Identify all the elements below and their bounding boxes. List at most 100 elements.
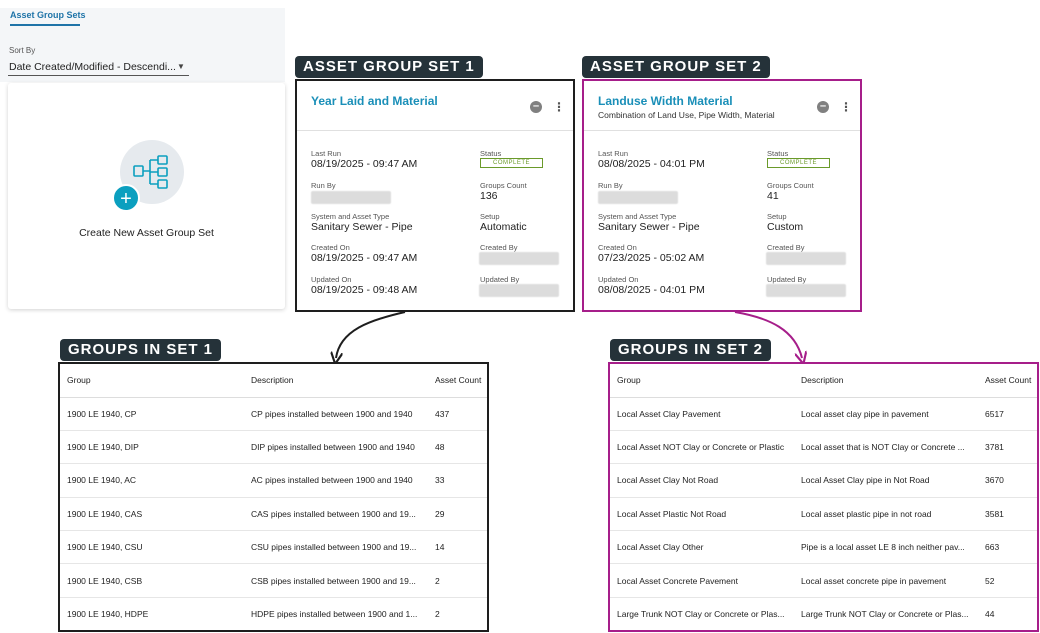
cell-group: 1900 LE 1940, DIP xyxy=(60,430,244,465)
cell-group: Local Asset Clay Pavement xyxy=(610,397,794,431)
updated-on-label: Updated On xyxy=(311,275,352,284)
created-on-value: 08/19/2025 - 09:47 AM xyxy=(311,252,418,264)
caret-down-icon[interactable]: ▼ xyxy=(177,62,185,71)
created-on-label: Created On xyxy=(311,243,350,252)
last-run-label: Last Run xyxy=(598,149,629,158)
updated-by-redacted xyxy=(479,284,559,297)
create-asset-group-set-card[interactable]: + Create New Asset Group Set xyxy=(8,83,285,309)
table-row[interactable]: Local Asset Clay Pavement Local asset cla… xyxy=(610,397,1037,431)
system-asset-type-value: Sanitary Sewer - Pipe xyxy=(598,221,700,233)
cell-asset-count: 52 xyxy=(978,563,1037,598)
more-options-icon[interactable]: ⋮ xyxy=(553,101,565,113)
cell-group: 1900 LE 1940, HDPE xyxy=(67,609,149,620)
table-row[interactable]: 1900 LE 1940, HDPE HDPE pipes installed b… xyxy=(60,597,487,630)
created-on-value: 07/23/2025 - 05:02 AM xyxy=(598,252,705,264)
table-header-row: Group Description Asset Count xyxy=(60,364,487,398)
groups-table-set-1: Group Description Asset Count 1900 LE 19… xyxy=(58,362,489,632)
sort-select-underline xyxy=(8,75,189,76)
more-options-icon[interactable]: ⋮ xyxy=(840,101,852,113)
cell-description: CSU pipes installed between 1900 and 19.… xyxy=(244,530,428,565)
column-header-asset-count[interactable]: Asset Count xyxy=(428,364,487,398)
cell-group: Local Asset Clay Not Road xyxy=(610,463,794,498)
table-row[interactable]: Local Asset Concrete Pavement Local asset… xyxy=(610,563,1037,598)
table-row[interactable]: Large Trunk NOT Clay or Concrete or Plas… xyxy=(610,597,1037,630)
cell-group: 1900 LE 1940, CAS xyxy=(60,497,244,532)
badge-groups-in-set-2: GROUPS IN SET 2 xyxy=(610,339,772,361)
table-row[interactable]: 1900 LE 1940, DIP DIP pipes installed bet… xyxy=(60,430,487,465)
badge-asset-group-set-2: ASSET GROUP SET 2 xyxy=(582,56,770,78)
status-badge: COMPLETE xyxy=(480,158,544,168)
groups-table-set-2: Group Description Asset Count Local Asse… xyxy=(608,362,1039,632)
table-row[interactable]: 1900 LE 1940, CSU CSU pipes installed bet… xyxy=(60,530,487,565)
table-row[interactable]: 1900 LE 1940, AC AC pipes installed betwe… xyxy=(60,463,487,498)
table-row[interactable]: Local Asset Plastic Not Road Local asset … xyxy=(610,497,1037,532)
cell-description: Local asset that is NOT Clay or Concrete… xyxy=(794,430,978,465)
badge-groups-in-set-1: GROUPS IN SET 1 xyxy=(60,339,222,361)
setup-label: Setup xyxy=(480,212,500,221)
cell-asset-count: 14 xyxy=(428,530,487,565)
column-header-description[interactable]: Description xyxy=(244,364,428,398)
table-row[interactable]: Local Asset Clay Other Pipe is a local as… xyxy=(610,530,1037,565)
created-by-label: Created By xyxy=(480,243,518,252)
active-tab-indicator xyxy=(10,24,80,26)
run-by-redacted xyxy=(311,191,391,204)
last-run-label: Last Run xyxy=(311,149,342,158)
cell-asset-count: 2 xyxy=(435,609,440,620)
table-row[interactable]: Local Asset NOT Clay or Concrete or Plas… xyxy=(610,430,1037,465)
cell-description: DIP pipes installed between 1900 and 194… xyxy=(244,430,428,465)
cell-group: Local Asset NOT Clay or Concrete or Plas… xyxy=(610,430,794,465)
cell-asset-count: 437 xyxy=(428,397,487,431)
table-row[interactable]: Local Asset Clay Not Road Local Asset Cla… xyxy=(610,463,1037,498)
plus-icon[interactable]: + xyxy=(112,184,140,212)
set-title[interactable]: Year Laid and Material xyxy=(311,94,438,108)
column-header-group[interactable]: Group xyxy=(60,364,244,398)
cell-description: Local asset concrete pipe in pavement xyxy=(794,563,978,598)
updated-by-label: Updated By xyxy=(480,275,520,284)
column-header-asset-count[interactable]: Asset Count xyxy=(978,364,1037,398)
cell-group: Local Asset Clay Other xyxy=(610,530,794,565)
cell-description: HDPE pipes installed between 1900 and 1.… xyxy=(251,609,418,620)
badge-asset-group-set-1: ASSET GROUP SET 1 xyxy=(295,56,483,78)
created-by-redacted xyxy=(766,252,846,265)
table-row[interactable]: 1900 LE 1940, CAS CAS pipes installed bet… xyxy=(60,497,487,532)
cell-group: 1900 LE 1940, CSU xyxy=(60,530,244,565)
asset-group-set-card-1[interactable]: Year Laid and Material – ⋮ Last Run 08/1… xyxy=(295,79,575,312)
cell-asset-count: 6517 xyxy=(978,397,1037,431)
cell-asset-count: 3581 xyxy=(978,497,1037,532)
create-new-label: Create New Asset Group Set xyxy=(79,227,214,239)
cell-asset-count: 663 xyxy=(978,530,1037,565)
groups-count-label: Groups Count xyxy=(767,181,814,190)
cell-description: Large Trunk NOT Clay or Concrete or Plas… xyxy=(801,609,969,620)
updated-on-value: 08/19/2025 - 09:48 AM xyxy=(311,284,418,296)
sort-by-select[interactable]: Date Created/Modified - Descendi... xyxy=(9,61,176,73)
column-header-description[interactable]: Description xyxy=(794,364,978,398)
cell-asset-count: 3781 xyxy=(978,430,1037,465)
groups-count-value: 136 xyxy=(480,190,498,202)
cell-description: Pipe is a local asset LE 8 inch neither … xyxy=(794,530,978,565)
cell-asset-count: 2 xyxy=(428,563,487,598)
tab-asset-group-sets[interactable]: Asset Group Sets xyxy=(10,10,86,20)
asset-group-set-card-2[interactable]: Landuse Width Material Combination of La… xyxy=(582,79,862,312)
groups-count-value: 41 xyxy=(767,190,779,202)
status-label: Status xyxy=(480,149,502,158)
setup-value: Automatic xyxy=(480,221,527,233)
system-asset-type-label: System and Asset Type xyxy=(311,212,390,221)
cell-asset-count: 44 xyxy=(985,609,995,620)
created-on-label: Created On xyxy=(598,243,637,252)
remove-icon[interactable]: – xyxy=(817,101,829,113)
cell-description: Local asset plastic pipe in not road xyxy=(794,497,978,532)
remove-icon[interactable]: – xyxy=(530,101,542,113)
cell-asset-count: 29 xyxy=(428,497,487,532)
column-header-group[interactable]: Group xyxy=(610,364,794,398)
cell-group: Local Asset Plastic Not Road xyxy=(610,497,794,532)
set-subtitle: Combination of Land Use, Pipe Width, Mat… xyxy=(598,110,775,120)
table-row[interactable]: 1900 LE 1940, CSB CSB pipes installed bet… xyxy=(60,563,487,598)
cell-description: CAS pipes installed between 1900 and 19.… xyxy=(244,497,428,532)
set-title[interactable]: Landuse Width Material xyxy=(598,94,733,108)
cell-asset-count: 48 xyxy=(428,430,487,465)
table-row[interactable]: 1900 LE 1940, CP CP pipes installed betwe… xyxy=(60,397,487,431)
cell-group: 1900 LE 1940, AC xyxy=(60,463,244,498)
updated-on-label: Updated On xyxy=(598,275,639,284)
cell-group: 1900 LE 1940, CSB xyxy=(60,563,244,598)
created-by-redacted xyxy=(479,252,559,265)
